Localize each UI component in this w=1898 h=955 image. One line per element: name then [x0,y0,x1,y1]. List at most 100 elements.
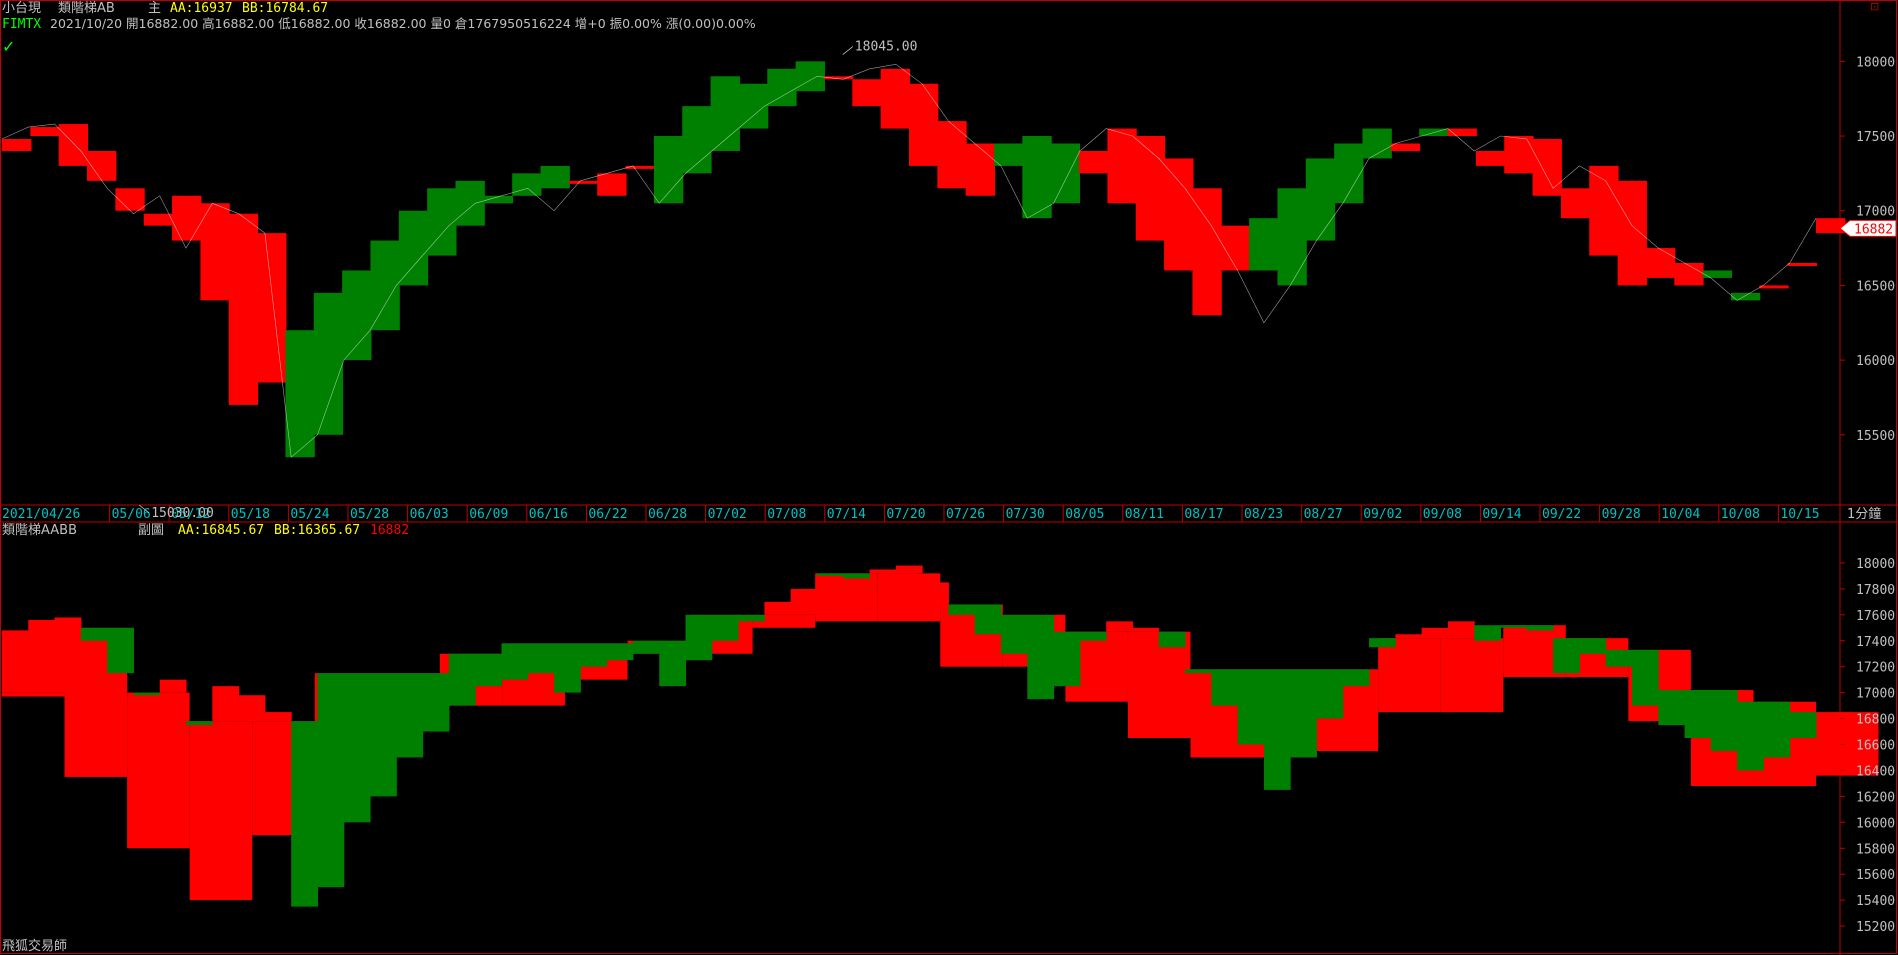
sub-step-block [127,692,190,849]
main-step-block [1674,263,1704,286]
sub-price-bar [422,673,450,732]
sub-price-bar [212,686,240,722]
sub-price-bar [1185,669,1212,674]
main-step-block [1702,270,1732,278]
main-step-block [1334,143,1364,204]
sub-price-bar [1158,631,1186,648]
timeframe-label[interactable]: 1分鐘 [1847,506,1881,522]
sub-step-block [815,573,878,622]
instrument-code: FIMTX [2,17,41,32]
main-step-block [30,127,60,137]
main-step-block [1277,188,1307,286]
date-tick-label: 07/08 [767,507,806,522]
main-step-block [1305,158,1336,241]
main-step-block [738,83,769,129]
main-step-block [568,180,599,184]
date-tick-label: 06/16 [529,507,568,522]
date-tick-label: 09/02 [1363,507,1402,522]
sub-price-bar [28,620,56,693]
sub-price-bar [1211,669,1239,706]
main-step-block [1135,136,1166,241]
sub-price-bar [1237,669,1265,745]
annotation-leader [842,46,854,55]
main-step-block [1759,285,1789,289]
main-step-block [1589,165,1619,256]
sub-price-bar [54,617,82,693]
sub-indicator-name: 類階梯AABB [2,523,77,538]
main-step-block [1164,158,1194,271]
sub-price-bar [922,582,949,605]
sub-price-bar [343,673,371,823]
date-tick-label: 07/20 [886,507,925,522]
date-tick-label: 10/04 [1661,507,1700,522]
main-step-block [1532,139,1562,196]
date-tick-label: 07/30 [1006,507,1045,522]
date-tick-label: 08/23 [1244,507,1283,522]
sub-price-bar [291,721,318,907]
sub-step-block [1440,638,1504,713]
main-step-block [1504,136,1534,174]
sub-price-bar [527,643,555,674]
symbol-name: 小台現 [2,1,41,16]
sub-price-bar [1395,634,1423,639]
sub-last-value: 16882 [370,523,409,538]
sub-price-bar [238,695,266,722]
date-tick-label: 07/26 [946,507,985,522]
sub-price-bar [948,604,976,615]
date-tick-label: 09/08 [1423,507,1462,522]
sub-price-bar [1763,701,1791,758]
sub-tick-label: 16200 [1856,790,1895,805]
main-step-block [1617,180,1647,286]
main-step-block [1220,225,1251,271]
date-tick-label: 08/11 [1125,507,1164,522]
date-tick-label: 09/14 [1482,507,1521,522]
sub-price-bar [1342,669,1370,687]
sub-price-bar [1710,690,1738,751]
main-step-block [1816,218,1846,234]
sub-price-bar [974,604,1002,635]
sub-tick-label: 16800 [1856,713,1895,728]
sub-price-bar [1369,638,1396,648]
main-step-block [285,330,315,458]
main-step-block [540,165,570,189]
main-step-block [1022,136,1052,219]
checkmark-icon[interactable]: ✓ [2,37,15,56]
sub-price-bar [659,640,687,687]
main-step-block [455,180,485,226]
sub-price-bar [107,627,134,674]
date-tick-label: 06/09 [469,507,508,522]
main-step-block [795,61,825,92]
date-axis: 2021/04/26 05/06 05/12 05/18 05/24 05/28 06/03… [0,505,1820,522]
sub-price-bar [843,573,871,579]
main-step-block [1390,143,1421,151]
sub-price-bar [448,653,476,706]
main-step-block [58,124,89,166]
sub-price-bar [606,643,634,661]
main-step-block [880,68,910,129]
main-step-block [342,270,372,361]
main-step-block [1475,150,1506,166]
main-step-block [1192,188,1222,316]
date-tick-label: 05/28 [350,507,389,522]
sub-price-bar [1421,627,1449,639]
main-step-block [767,68,797,107]
main-step-block [965,143,996,196]
main-step-block [313,292,344,435]
main-bb-value: BB:16784.67 [242,1,328,16]
close-icon[interactable]: ⊡ [1870,0,1879,13]
sub-price-bar [1106,621,1133,632]
sub-price-bar [1553,638,1580,674]
main-tick-label: 15500 [1856,429,1895,444]
sub-price-bar [1132,627,1160,632]
date-tick-label: 07/02 [708,507,747,522]
main-tick-label: 16500 [1856,279,1895,294]
sub-step-block [1378,638,1441,713]
sub-price-bar [869,569,897,574]
sub-price-bar [1605,649,1633,667]
quote-line: 2021/10/20 開16882.00 高16882.00 低16882.00… [50,16,756,31]
main-step-block [852,79,882,107]
main-pane-label: 主 [148,1,161,16]
date-tick-label: 05/24 [290,507,329,522]
sub-price-bar [1789,712,1817,739]
watermark: 飛狐交易師 [2,938,67,954]
